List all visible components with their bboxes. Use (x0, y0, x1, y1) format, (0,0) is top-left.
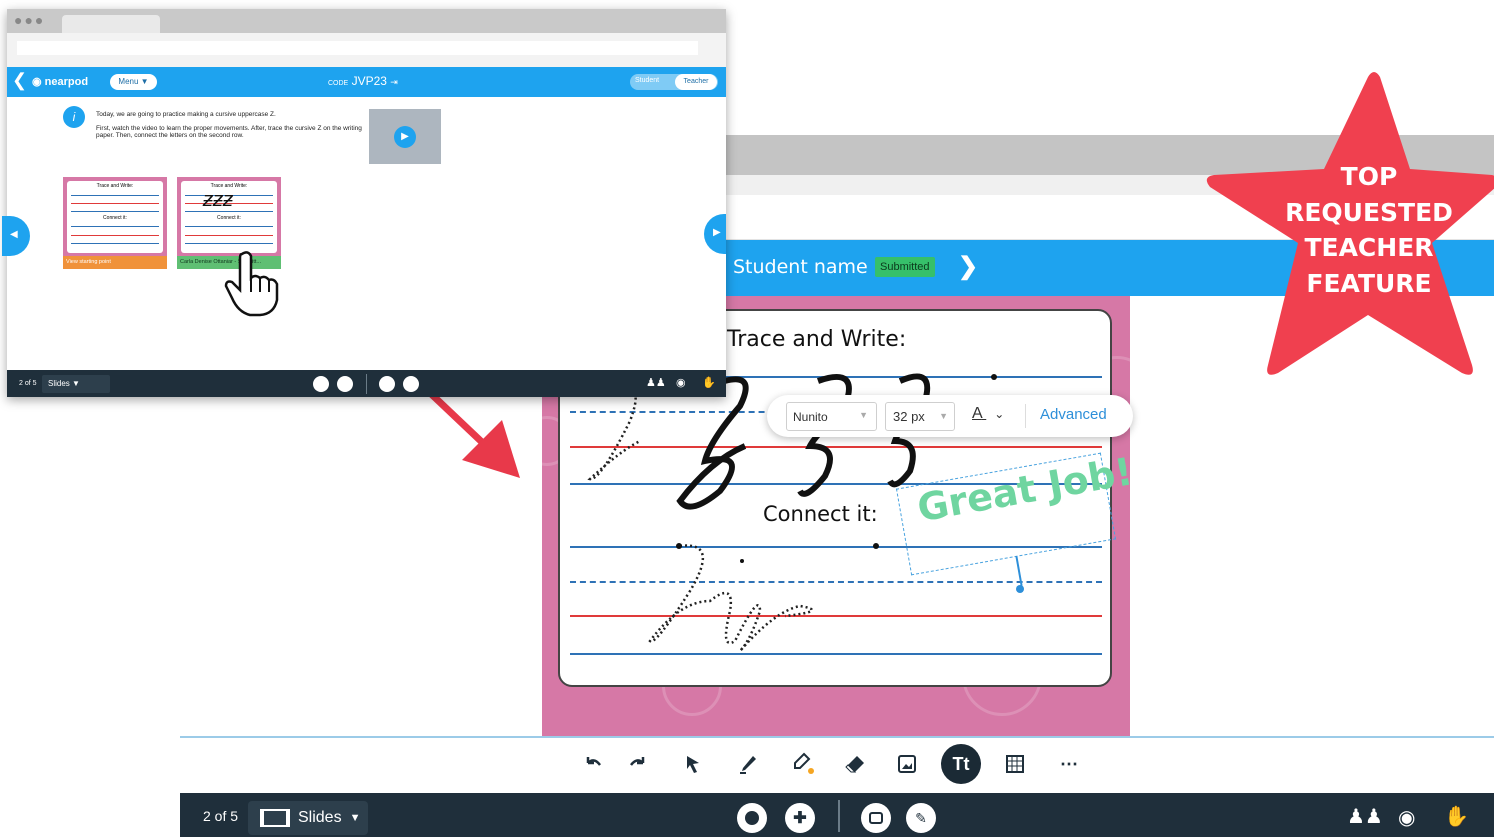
play-icon[interactable]: ▶ (394, 126, 416, 148)
next-student-chevron-icon[interactable]: ❯ (958, 252, 978, 281)
menu-button[interactable]: Menu ▼ (110, 74, 157, 90)
toolbar-divider (1025, 404, 1026, 428)
raise-hand-icon[interactable]: ✋ (1444, 804, 1469, 829)
font-value: Nunito (793, 410, 828, 424)
hand-cursor-icon (224, 251, 279, 317)
session-code: CODE JVP23 ⇥ (328, 74, 398, 88)
grid-icon[interactable] (995, 744, 1035, 784)
more-icon[interactable]: ⋯ (1049, 744, 1089, 784)
badge-line-3: TEACHER (1304, 233, 1434, 262)
advanced-button[interactable]: Advanced (1040, 406, 1107, 423)
window-controls-icon[interactable]: ●●● (14, 12, 45, 28)
student-name: Student name (733, 256, 868, 278)
eraser-icon[interactable] (835, 744, 875, 784)
card-subtitle: Connect it: (217, 215, 241, 221)
instructions-icon: i (63, 106, 85, 128)
bottom-divider (838, 800, 840, 832)
image-icon[interactable] (887, 744, 927, 784)
instruction-line-2: First, watch the video to learn the prop… (96, 125, 362, 139)
canvas-margin (180, 510, 542, 736)
slides-label: Slides (298, 809, 342, 826)
code-value: JVP23 (351, 74, 387, 88)
instruction-line-1: Today, we are going to practice making a… (96, 111, 276, 118)
card-subtitle: Connect it: (103, 215, 127, 221)
add-activity-icon[interactable]: ✚ (785, 803, 815, 833)
highlighter-icon[interactable] (783, 744, 823, 784)
slides-icon (260, 809, 290, 827)
starting-point-card[interactable]: Trace and Write: Connect it: View starti… (63, 177, 167, 269)
chevron-down-icon: ▼ (859, 410, 868, 420)
logo-text: nearpod (44, 76, 89, 88)
font-size-select[interactable]: 32 px ▼ (885, 402, 955, 431)
badge-line-2: REQUESTED (1285, 198, 1453, 227)
select-icon[interactable] (673, 744, 713, 784)
front-page-indicator: 2 of 5 (19, 380, 37, 387)
code-label: CODE (328, 80, 349, 87)
chevron-down-icon: ⌄ (994, 407, 1005, 421)
front-slides-button[interactable]: Slides ▼ (42, 375, 110, 393)
pen-icon[interactable] (728, 744, 768, 784)
text-color-icon: A (972, 405, 982, 422)
redo-icon[interactable] (618, 744, 658, 784)
text-color-picker[interactable]: A ⌄ (972, 405, 1004, 423)
browser-tab[interactable] (62, 15, 160, 33)
bottom-bar (180, 793, 1494, 837)
chat-icon[interactable] (861, 803, 891, 833)
students-icon[interactable]: ♟♟ (646, 376, 666, 389)
badge-line-1: TOP (1340, 162, 1398, 191)
back-chevron-icon[interactable]: ❮ (12, 70, 27, 91)
text-tool-icon[interactable]: Tt (941, 744, 981, 784)
front-bottom-divider (366, 374, 367, 394)
draw-icon[interactable]: ✎ (906, 803, 936, 833)
eye-icon[interactable]: ◉ (676, 376, 686, 389)
slides-button[interactable]: Slides ▼ (248, 801, 368, 835)
add-activity-icon[interactable] (337, 376, 353, 392)
card-label: View starting point (63, 256, 167, 269)
address-input[interactable] (17, 41, 698, 55)
toggle-teacher[interactable]: Teacher (675, 74, 717, 90)
eye-icon[interactable]: ◉ (1398, 805, 1415, 830)
caret-down-icon: ▼ (349, 812, 361, 824)
nearpod-logo: ◉ nearpod (32, 76, 89, 88)
rotate-handle-dot[interactable] (1016, 585, 1024, 593)
share-icon: ⇥ (390, 77, 398, 87)
cursive-z-strokes: ƶƶƶ (203, 189, 233, 211)
chevron-down-icon: ▼ (939, 411, 948, 421)
undo-icon[interactable] (573, 744, 613, 784)
badge-line-4: FEATURE (1306, 269, 1432, 298)
students-icon[interactable]: ♟♟ (1347, 804, 1383, 829)
brain-icon[interactable] (737, 803, 767, 833)
page-indicator: 2 of 5 (203, 808, 239, 824)
draw-icon[interactable] (403, 376, 419, 392)
brain-icon[interactable] (313, 376, 329, 392)
status-badge: Submitted (875, 257, 935, 277)
toggle-student[interactable]: Student (635, 77, 659, 84)
font-family-select[interactable]: Nunito ▼ (786, 402, 877, 431)
card-title: Trace and Write: (96, 183, 134, 189)
chat-icon[interactable] (379, 376, 395, 392)
size-value: 32 px (893, 409, 925, 424)
raise-hand-icon[interactable]: ✋ (702, 376, 716, 389)
